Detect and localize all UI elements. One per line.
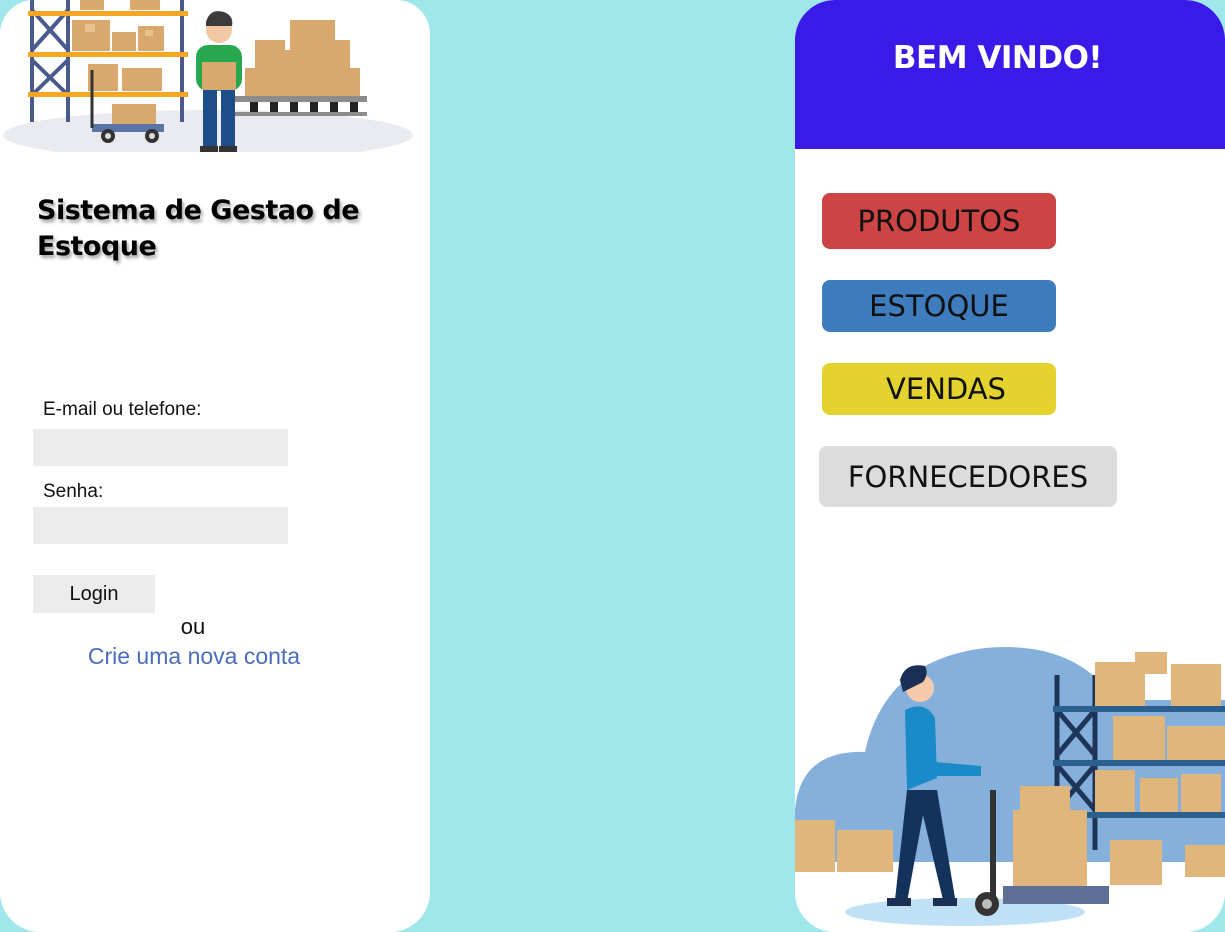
password-field[interactable] [33,507,288,544]
email-label: E-mail ou telefone: [43,399,202,420]
login-button[interactable]: Login [33,575,155,613]
estoque-button[interactable]: ESTOQUE [822,280,1056,332]
fornecedores-button[interactable]: FORNECEDORES [819,446,1117,507]
menu-header: BEM VINDO! [795,0,1225,149]
password-label: Senha: [43,481,104,502]
email-field[interactable] [33,429,288,466]
welcome-title: BEM VINDO! [892,40,1103,76]
menu-card: BEM VINDO! PRODUTOS ESTOQUE VENDAS FORNE… [795,0,1225,932]
pallet-jack-worker-illustration [795,647,1225,932]
login-card: Sistema de Gestao de Estoque E-mail ou t… [0,0,430,932]
warehouse-worker-illustration [3,0,413,152]
create-account-link[interactable]: Crie uma nova conta [0,643,388,670]
produtos-button[interactable]: PRODUTOS [822,193,1056,249]
vendas-button[interactable]: VENDAS [822,363,1056,415]
or-text: ou [180,614,206,639]
page-title: Sistema de Gestao de Estoque [37,195,360,262]
